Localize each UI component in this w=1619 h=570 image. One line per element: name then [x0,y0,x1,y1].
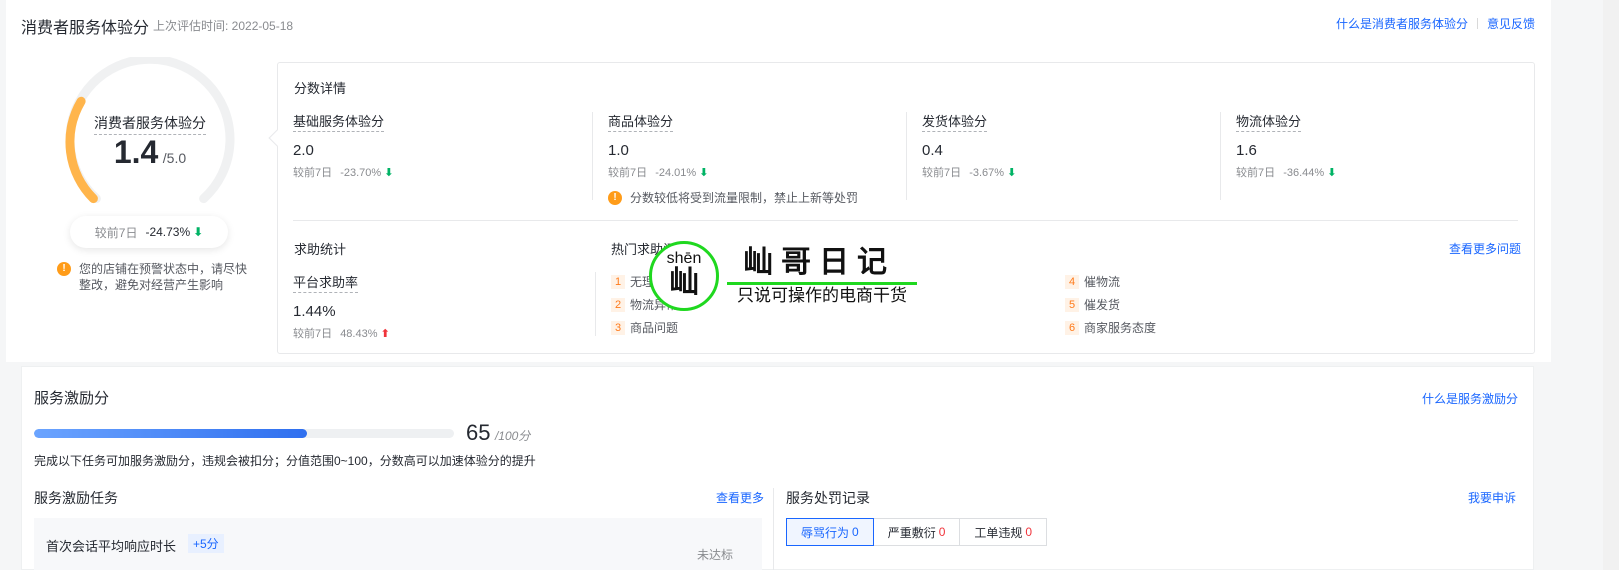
store-warning-text: 您的店铺在预警状态中，请尽快整改，避免对经营产生影响 [79,262,248,292]
gauge-score: 1.4 /5.0 [62,134,238,171]
watermark-pinyin: shēn [666,250,702,267]
product-score-warning: 分数较低将受到流量限制，禁止上新等处罚 [630,191,859,205]
arrow-down-icon: ⬇ [699,167,709,179]
arrow-up-icon: ⬆ [380,328,390,340]
detail-value: 0.4 [922,142,943,159]
help-stats-title: 求助统计 [294,242,347,257]
incentive-score-value: 65 [466,420,491,445]
incentive-title: 服务激励分 [34,390,110,407]
tab-abuse[interactable]: 辱骂行为 0 [786,518,874,546]
incentive-score-max: /100分 [494,429,531,443]
help-rate-value: 1.44% [293,303,336,320]
arrow-down-icon: ⬇ [193,225,204,239]
warning-icon: ! [608,190,622,205]
task-badge: +5分 [188,534,224,553]
watermark-char: 屾 [669,266,699,299]
detail-compare-value: -36.44% [1283,167,1325,179]
help-divider [595,272,596,336]
detail-compare-label: 较前7日 [922,167,962,179]
incentive-desc: 完成以下任务可加服务激励分，违规会被扣分；分值范围0~100，分数高可以加速体验… [34,454,536,468]
detail-value: 1.6 [1236,142,1257,159]
gauge-score-max: /5.0 [162,150,187,166]
watermark-underline [727,282,917,285]
gauge-compare-value: -24.73% [145,225,191,239]
detail-compare-value: -24.01% [655,167,697,179]
incentive-progress-fill [34,429,307,438]
watermark-subtitle: 只说可操作的电商干货 [737,286,907,306]
hot-question-item: 3 商品问题 [611,319,678,336]
rank-badge: 3 [611,320,625,335]
detail-item-basic: 基础服务体验分 2.0 较前7日 -23.70% ⬇ [293,111,583,180]
last-eval-time: 上次评估时间: 2022-05-18 [153,19,294,33]
gauge-compare-pill: 较前7日 -24.73% ⬇ [70,216,228,248]
detail-compare-value: -3.67% [969,167,1005,179]
help-compare-label: 较前7日 [293,328,333,340]
tasks-more-link[interactable]: 查看更多 [716,489,764,506]
detail-compare-label: 较前7日 [1236,167,1276,179]
appeal-link[interactable]: 我要申诉 [1468,489,1516,506]
detail-compare-value: -23.70% [340,167,382,179]
arrow-down-icon: ⬇ [1007,167,1017,179]
watermark-logo: shēn 屾 [649,241,719,311]
rank-badge: 4 [1065,274,1079,289]
feedback-link[interactable]: 意见反馈 [1487,15,1535,32]
arrow-down-icon: ⬇ [384,167,394,179]
detail-compare-label: 较前7日 [293,167,333,179]
header-links: 什么是消费者服务体验分 意见反馈 [1336,15,1535,32]
rank-badge: 5 [1065,297,1079,312]
penalty-title: 服务处罚记录 [786,490,870,506]
arrow-down-icon: ⬇ [1327,167,1337,179]
hot-question-item: 6 商家服务态度 [1065,319,1156,336]
detail-label[interactable]: 发货体验分 [922,111,988,132]
detail-label[interactable]: 基础服务体验分 [293,111,385,132]
task-status: 未达标 [697,548,734,562]
tab-ticket-violation[interactable]: 工单违规 0 [960,518,1048,546]
link-divider [1476,18,1478,29]
detail-label[interactable]: 物流体验分 [1236,111,1302,132]
scrollbar-track[interactable] [1603,0,1619,570]
rank-badge: 2 [611,297,625,312]
warning-icon: ! [57,262,71,276]
tab-perfunctory[interactable]: 严重敷衍 0 [873,518,961,546]
what-is-experience-score-link[interactable]: 什么是消费者服务体验分 [1336,15,1468,32]
tasks-title: 服务激励任务 [34,490,118,506]
gauge-score-value: 1.4 [113,134,159,170]
penalty-tabs: 辱骂行为 0 严重敷衍 0 工单违规 0 [786,518,1048,546]
watermark-title: 屾哥日记 [743,245,895,281]
rank-badge: 6 [1065,320,1079,335]
rank-badge: 1 [611,274,625,289]
help-compare-value: 48.43% [340,328,378,340]
help-rate-label[interactable]: 平台求助率 [293,272,359,293]
hot-question-item: 4 催物流 [1065,273,1120,290]
help-rate: 平台求助率 1.44% 较前7日 48.43% ⬆ [293,272,583,341]
detail-value: 2.0 [293,142,314,159]
task-name: 首次会话平均响应时长 [46,539,177,554]
gauge-label: 消费者服务体验分 [62,113,238,135]
detail-item-logistics: 物流体验分 1.6 较前7日 -36.44% ⬇ [1236,111,1526,180]
detail-item-shipping: 发货体验分 0.4 较前7日 -3.67% ⬇ [922,111,1212,180]
more-questions-link[interactable]: 查看更多问题 [1449,240,1521,257]
incentive-divider [773,488,774,570]
details-title: 分数详情 [294,81,347,96]
task-row: 首次会话平均响应时长 +5分 未达标 [34,518,762,570]
gauge-compare-label: 较前7日 [94,225,138,240]
store-warning: ! 您的店铺在预警状态中，请尽快整改，避免对经营产生影响 [57,261,247,293]
what-is-incentive-link[interactable]: 什么是服务激励分 [1422,390,1518,407]
detail-compare-label: 较前7日 [608,167,648,179]
detail-value: 1.0 [608,142,629,159]
detail-label[interactable]: 商品体验分 [608,111,674,132]
detail-divider [592,112,593,200]
incentive-progress-track [34,429,454,438]
detail-divider [1220,112,1221,200]
page-title: 消费者服务体验分 [21,20,150,37]
hot-question-item: 5 催发货 [1065,296,1120,313]
details-hdivider [293,220,1518,221]
detail-item-product: 商品体验分 1.0 较前7日 -24.01% ⬇ ! 分数较低将受到流量限制，禁… [608,111,898,206]
incentive-score: 65 /100分 [466,420,530,446]
detail-divider [906,112,907,200]
